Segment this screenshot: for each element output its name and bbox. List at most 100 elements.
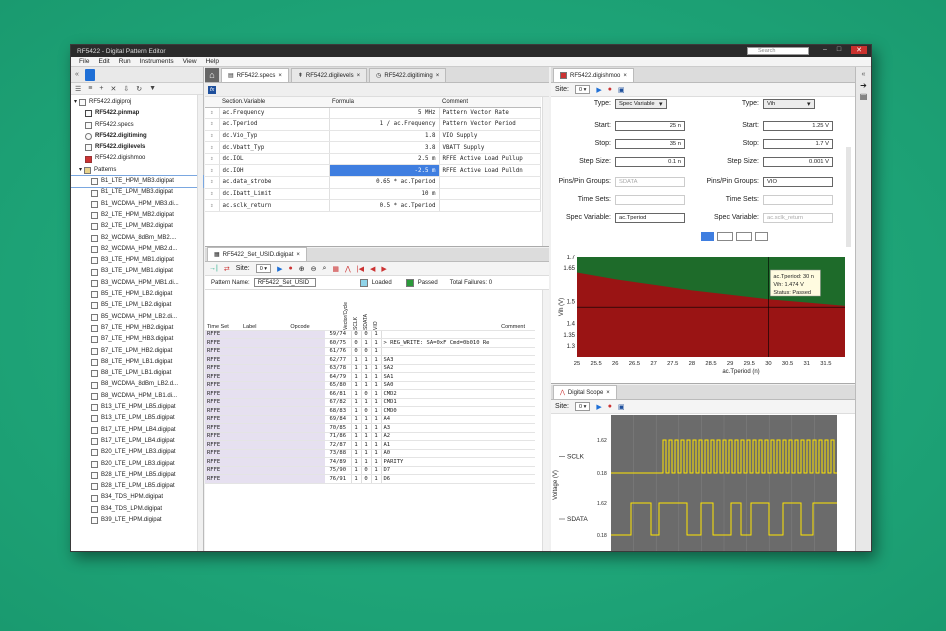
tree-item-pattern[interactable]: B3_LTE_LPM_MB1.digipat	[71, 266, 203, 277]
label-cell[interactable]	[241, 466, 275, 475]
tree-item-pattern[interactable]: B7_LTE_HPM_HB2.digipat	[71, 323, 203, 334]
tree-item-levels[interactable]: RF5422.digilevels	[71, 142, 203, 153]
sdata-cell[interactable]: 1	[361, 338, 372, 348]
label-cell[interactable]	[241, 449, 275, 458]
opcode-cell[interactable]	[275, 449, 325, 458]
vio-cell[interactable]: 1	[371, 449, 382, 458]
sclk-cell[interactable]: 1	[351, 406, 362, 416]
vector-cell[interactable]: 74/89	[325, 457, 352, 467]
vio-cell[interactable]: 1	[371, 474, 382, 484]
vio-cell[interactable]: 1	[371, 457, 382, 467]
pattern-row[interactable]: RFFE 75/90 1 0 1 D7	[205, 466, 535, 475]
tree-item-pattern[interactable]: B13_LTE_HPM_LB5.digipat	[71, 402, 203, 413]
grid-icon[interactable]: ▦	[332, 265, 339, 273]
minimize-button[interactable]: –	[823, 46, 827, 54]
vio-cell[interactable]: 1	[371, 347, 382, 356]
comment-cell[interactable]: SA2	[381, 364, 535, 373]
next-icon[interactable]: ▶	[381, 265, 386, 273]
vector-cell[interactable]: 73/88	[325, 449, 352, 458]
label-cell[interactable]	[241, 398, 275, 407]
sdata-cell[interactable]: 1	[361, 415, 372, 424]
pattern-scrollbar[interactable]	[542, 290, 549, 551]
specs-row[interactable]: ⇕ dc.Vio_Typ 1.8 VIO Supply	[205, 130, 541, 143]
sclk-cell[interactable]: 1	[351, 423, 362, 433]
first-icon[interactable]: |◀	[357, 265, 364, 273]
spec-variable[interactable]: dc.IOL	[219, 153, 330, 166]
menu-run[interactable]: Run	[119, 58, 131, 65]
spec-comment[interactable]: RFFE Active Load Pulldn	[439, 164, 541, 178]
spec-comment[interactable]	[439, 199, 541, 212]
vector-cell[interactable]: 63/78	[325, 364, 352, 373]
pattern-row[interactable]: RFFE 69/84 1 1 1 A4	[205, 415, 535, 424]
sclk-cell[interactable]: 1	[351, 389, 362, 399]
timeset-cell[interactable]: RFFE	[205, 474, 241, 484]
tree-item-pattern[interactable]: B3_LTE_HPM_MB1.digipat	[71, 255, 203, 266]
vio-cell[interactable]: 1	[371, 398, 382, 407]
vector-cell[interactable]: 64/79	[325, 372, 352, 382]
specs-row[interactable]: ⇕ dc.IOH -2.5 m RFFE Active Load Pulldn	[205, 164, 541, 178]
specs-row[interactable]: ⇕ ac.sclk_return 0.5 * ac.Tperiod	[205, 199, 541, 212]
sdata-cell[interactable]: 1	[361, 398, 372, 407]
menu-view[interactable]: View	[183, 58, 197, 65]
sclk-cell[interactable]: 1	[351, 440, 362, 450]
label-cell[interactable]	[241, 372, 275, 382]
pattern-row[interactable]: RFFE 68/83 1 0 1 CMD0	[205, 406, 535, 416]
comment-cell[interactable]: A1	[381, 440, 535, 450]
tree-item-pattern[interactable]: B1_LTE_HPM_MB3.digipat	[71, 175, 204, 189]
tree-folder-patterns[interactable]: ▾ Patterns	[71, 165, 203, 176]
tab-close-icon[interactable]: ×	[357, 73, 361, 79]
sclk-cell[interactable]: 0	[351, 330, 362, 339]
sclk-cell[interactable]: 1	[351, 449, 362, 458]
sclk-cell[interactable]: 1	[351, 432, 362, 441]
collapse-icon[interactable]: «	[856, 71, 871, 78]
label-cell[interactable]	[241, 381, 275, 390]
opcode-cell[interactable]	[275, 330, 325, 339]
shmoo-plot[interactable]: 1.3 1.35 1.4 1.5 1.65 1.7 25 25.5 26 26.5 27 27.5 28…	[557, 255, 847, 377]
sdata-cell[interactable]: 0	[361, 406, 372, 416]
vector-cell[interactable]: 70/85	[325, 423, 352, 433]
label-cell[interactable]	[241, 355, 275, 365]
y-axis-stop-field[interactable]: 1.7 V	[763, 139, 833, 149]
sclk-cell[interactable]: 1	[351, 364, 362, 373]
sclk-cell[interactable]: 1	[351, 474, 362, 484]
opcode-cell[interactable]	[275, 423, 325, 433]
menu-help[interactable]: Help	[206, 58, 219, 65]
tab-shmoo[interactable]: RF5422.digishmoo ×	[553, 68, 634, 82]
sclk-cell[interactable]: 1	[351, 355, 362, 365]
tree-item-pattern[interactable]: B5_LTE_HPM_LB2.digipat	[71, 289, 203, 300]
close-button[interactable]: ✕	[851, 46, 867, 54]
timeset-cell[interactable]: RFFE	[205, 338, 241, 348]
pan-icon[interactable]	[701, 232, 714, 241]
spec-variable[interactable]: ac.Frequency	[219, 107, 330, 120]
tree-item-pattern[interactable]: B7_LTE_LPM_HB2.digipat	[71, 346, 203, 357]
spec-comment[interactable]	[439, 188, 541, 201]
comment-cell[interactable]: SA1	[381, 372, 535, 382]
sclk-cell[interactable]: 1	[351, 415, 362, 424]
pattern-row[interactable]: RFFE 61/76 0 0 1	[205, 347, 535, 356]
arrow-icon[interactable]: ➔	[856, 81, 871, 90]
tree-item-pattern[interactable]: B28_LTE_HPM_LB5.digipat	[71, 470, 203, 481]
vector-cell[interactable]: 62/77	[325, 355, 352, 365]
vector-cell[interactable]: 72/87	[325, 440, 352, 450]
run-icon[interactable]: ▶	[596, 86, 601, 94]
vector-cell[interactable]: 59/74	[325, 330, 352, 339]
tab-close-icon[interactable]: ×	[296, 252, 300, 258]
tree-scrollbar[interactable]	[197, 95, 203, 551]
comment-cell[interactable]	[381, 347, 535, 356]
vector-cell[interactable]: 67/82	[325, 398, 352, 407]
timeset-cell[interactable]: RFFE	[205, 466, 241, 475]
tab-specs[interactable]: ▤ RF5422.specs ×	[221, 68, 289, 82]
spec-variable[interactable]: ac.sclk_return	[219, 199, 330, 212]
comment-cell[interactable]: A3	[381, 423, 535, 433]
tree-item-pattern[interactable]: B2_WCDMA_HPM_MB2.d...	[71, 244, 203, 255]
tree-item-pattern[interactable]: B34_TDS_HPM.digipat	[71, 492, 203, 503]
comment-cell[interactable]: CMD0	[381, 406, 535, 416]
tab-close-icon[interactable]: ×	[278, 73, 282, 79]
spec-variable[interactable]: dc.Vio_Typ	[219, 130, 330, 143]
filter-icon[interactable]: ▼	[149, 85, 156, 92]
comment-cell[interactable]: A2	[381, 432, 535, 441]
fit-icon[interactable]	[755, 232, 768, 241]
run-icon[interactable]: ▶	[596, 403, 601, 411]
tree-item-pattern[interactable]: B34_TDS_LPM.digipat	[71, 504, 203, 515]
spec-formula[interactable]: 3.8	[329, 141, 440, 154]
